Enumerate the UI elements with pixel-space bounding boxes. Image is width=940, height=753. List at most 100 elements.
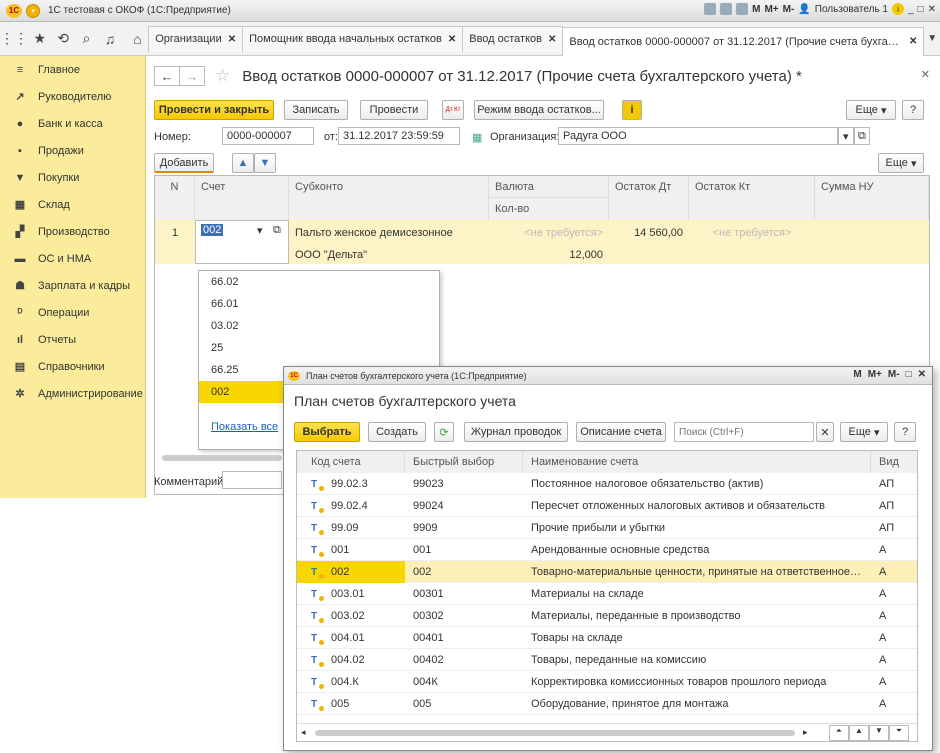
cell-kind[interactable]: АП — [871, 495, 917, 517]
save-button[interactable]: Записать — [284, 100, 348, 120]
cell-name[interactable]: Товары на складе — [523, 627, 871, 649]
refresh-icon[interactable]: ⟳ — [434, 422, 454, 442]
cell-quick[interactable]: 00402 — [405, 649, 523, 671]
favorite-star-icon[interactable]: ☆ — [215, 66, 230, 86]
sidebar-item-main[interactable]: ≡ Главное — [0, 56, 145, 83]
cell-kind[interactable]: А — [871, 561, 917, 583]
cell-quick[interactable]: 004К — [405, 671, 523, 693]
cell-currency[interactable]: <не требуется> — [489, 224, 609, 242]
organization-dropdown-icon[interactable]: ▾ — [838, 127, 854, 145]
scroll-up-button[interactable]: ▲ — [849, 725, 869, 741]
user-name[interactable]: Пользователь 1 — [815, 4, 888, 15]
list-item[interactable]: 66.02 — [199, 271, 439, 293]
minimize-icon[interactable]: _ — [908, 4, 914, 15]
sidebar-item-sales[interactable]: ▪ Продажи — [0, 137, 145, 164]
scroll-right-icon[interactable]: ▸ — [803, 727, 808, 738]
cell-quick[interactable]: 005 — [405, 693, 523, 715]
account-description-button[interactable]: Описание счета — [576, 422, 666, 442]
search-icon[interactable]: ⌕ — [75, 30, 98, 47]
cell-code[interactable]: T 004.К — [297, 671, 405, 693]
account-value[interactable]: 002 — [201, 224, 224, 236]
calendar-icon[interactable]: ▦ — [472, 131, 482, 144]
info-button[interactable]: i — [622, 100, 642, 120]
dtkt-button[interactable]: Дт Кт — [442, 100, 464, 120]
sidebar-item-references[interactable]: ▤ Справочники — [0, 353, 145, 380]
home-icon[interactable]: ⌂ — [126, 31, 149, 47]
memory-mplus-button[interactable]: M+ — [764, 4, 778, 15]
memory-mminus-button[interactable]: M- — [888, 369, 900, 380]
close-form-icon[interactable]: ✕ — [921, 68, 930, 81]
cell-subconto-1[interactable]: Пальто женское демисезонное — [289, 224, 459, 242]
close-icon[interactable]: ✕ — [918, 369, 926, 380]
sidebar-item-manager[interactable]: ↗ Руководителю — [0, 83, 145, 110]
print-icon[interactable] — [720, 3, 733, 15]
search-input[interactable] — [674, 422, 814, 442]
table-row[interactable]: T 99.02.3 99023 Постоянное налоговое обязат… — [297, 473, 917, 495]
more-grid-button[interactable]: Еще ▾ — [878, 153, 924, 173]
back-button[interactable]: ← — [154, 66, 180, 86]
cell-name[interactable]: Корректировка комиссионных товаров прошл… — [523, 671, 871, 693]
close-tab-icon[interactable]: ✕ — [548, 34, 556, 45]
close-tab-icon[interactable]: ✕ — [448, 34, 456, 45]
tab-balance-input[interactable]: Ввод остатков ✕ — [462, 25, 564, 52]
table-row[interactable]: T 99.09 9909 Прочие прибыли и убытки АП — [297, 517, 917, 539]
organization-field[interactable]: Радуга ООО — [558, 127, 838, 145]
account-open-icon[interactable]: ⧉ — [273, 224, 281, 237]
input-mode-button[interactable]: Режим ввода остатков... — [474, 100, 604, 120]
comment-field[interactable] — [222, 471, 282, 489]
cell-name[interactable]: Материалы, переданные в производство — [523, 605, 871, 627]
cell-kind[interactable]: А — [871, 583, 917, 605]
list-item[interactable]: 66.01 — [199, 293, 439, 315]
cell-code[interactable]: T 003.01 — [297, 583, 405, 605]
table-row[interactable]: T 003.01 00301 Материалы на складе А — [297, 583, 917, 605]
maximize-icon[interactable]: □ — [918, 4, 924, 15]
cell-code[interactable]: T 002 — [297, 561, 405, 583]
calendar-icon[interactable] — [736, 3, 749, 15]
close-icon[interactable]: ✕ — [928, 4, 936, 15]
clear-search-icon[interactable]: ✕ — [816, 422, 834, 442]
sidebar-item-reports[interactable]: ıl Отчеты — [0, 326, 145, 353]
sidebar-item-salary[interactable]: ☗ Зарплата и кадры — [0, 272, 145, 299]
cell-quick[interactable]: 002 — [405, 561, 523, 583]
cell-kind[interactable]: АП — [871, 517, 917, 539]
horizontal-scrollbar[interactable] — [162, 455, 282, 461]
cell-code[interactable]: T 99.09 — [297, 517, 405, 539]
scroll-down-button[interactable]: ▼ — [869, 725, 889, 741]
table-row[interactable]: T 99.02.4 99024 Пересчет отложенных налогов… — [297, 495, 917, 517]
sidebar-item-production[interactable]: ▞ Производство — [0, 218, 145, 245]
forward-button[interactable]: → — [179, 66, 205, 86]
sidebar-item-admin[interactable]: ✲ Администрирование — [0, 380, 145, 407]
number-field[interactable]: 0000-000007 — [222, 127, 314, 145]
add-row-button[interactable]: Добавить — [154, 153, 214, 173]
table-row[interactable]: 1 002 ▾ ⧉ Пальто женское демисезонное ОО… — [155, 220, 929, 264]
memory-m-button[interactable]: M — [853, 369, 861, 380]
cell-code[interactable]: T 004.01 — [297, 627, 405, 649]
cell-code[interactable]: T 003.02 — [297, 605, 405, 627]
select-button[interactable]: Выбрать — [294, 422, 360, 442]
favorites-icon[interactable]: ★ — [28, 30, 51, 47]
cell-kind[interactable]: А — [871, 539, 917, 561]
cell-kt[interactable]: <не требуется> — [689, 224, 815, 242]
list-item[interactable]: 25 — [199, 337, 439, 359]
create-button[interactable]: Создать — [368, 422, 426, 442]
main-menu-icon[interactable]: ▾ — [26, 3, 40, 18]
cell-name[interactable]: Товарно-материальные ценности, принятые … — [523, 561, 871, 583]
cell-quick[interactable]: 00301 — [405, 583, 523, 605]
sidebar-item-operations[interactable]: ᴰ Операции — [0, 299, 145, 326]
cell-code[interactable]: T 004.02 — [297, 649, 405, 671]
memory-m-button[interactable]: M — [752, 4, 760, 15]
tab-balance-doc[interactable]: Ввод остатков 0000-000007 от 31.12.2017 … — [562, 26, 925, 56]
list-item[interactable]: 03.02 — [199, 315, 439, 337]
cell-name[interactable]: Оборудование, принятое для монтажа — [523, 693, 871, 715]
sidebar-item-bank[interactable]: ● Банк и касса — [0, 110, 145, 137]
memory-mplus-button[interactable]: M+ — [868, 369, 882, 380]
tab-organizations[interactable]: Организации ✕ — [148, 25, 244, 52]
cell-subconto-2[interactable]: ООО "Дельта" — [289, 246, 373, 264]
cell-code[interactable]: T 001 — [297, 539, 405, 561]
cell-qty[interactable]: 12,000 — [489, 246, 609, 264]
cell-name[interactable]: Арендованные основные средства — [523, 539, 871, 561]
toolbar-icon[interactable] — [704, 3, 717, 15]
close-tab-icon[interactable]: ✕ — [228, 34, 236, 45]
bell-icon[interactable]: ♫ — [98, 31, 121, 47]
cell-code[interactable]: T 005 — [297, 693, 405, 715]
